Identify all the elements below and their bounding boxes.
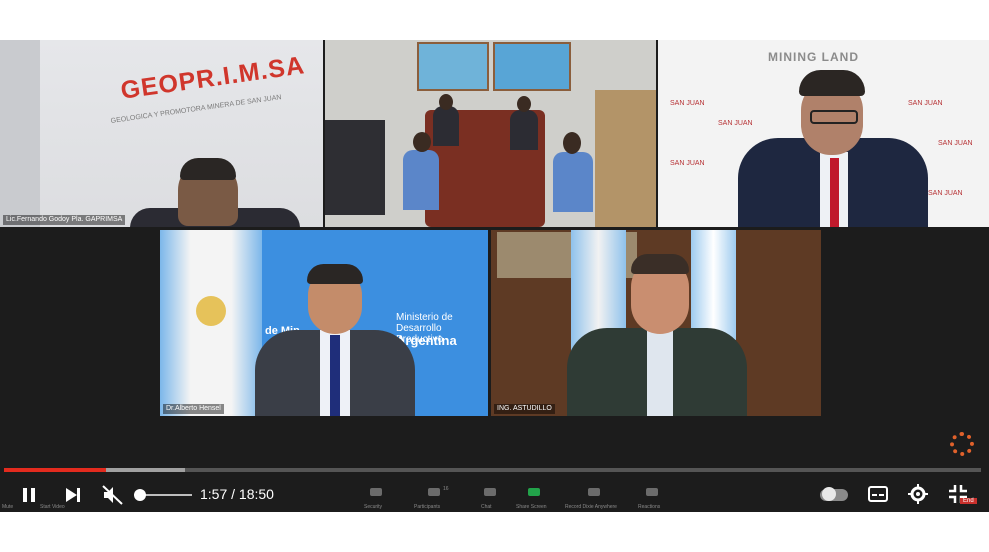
progress-bar[interactable]	[4, 468, 981, 472]
backdrop-mark: SAN JUAN	[670, 160, 705, 167]
participant-hair	[799, 70, 865, 96]
participant-name: ING. ASTUDILLO	[494, 404, 555, 414]
video-tile-5: ING. ASTUDILLO	[491, 230, 821, 416]
chat-icon	[484, 488, 496, 496]
volume-knob[interactable]	[134, 489, 146, 501]
participant-body	[433, 106, 459, 146]
backdrop-mark: SAN JUAN	[670, 100, 705, 107]
participant-name: Lic.Fernando Godoy Pla. GAPRIMSA	[3, 215, 126, 225]
flag-sun	[196, 296, 226, 326]
zoom-record-label: Record Dixie Anywhere	[565, 504, 617, 510]
participant-body	[510, 110, 538, 150]
zoom-chat-label: Chat	[481, 504, 492, 510]
wall-map-china	[417, 42, 489, 91]
volume-muted-icon[interactable]	[102, 485, 124, 505]
banner-text: MINING LAND	[768, 50, 859, 64]
province-flag	[691, 230, 736, 340]
participant-body	[403, 150, 439, 210]
control-bar: Mute Start Video Security 16 Participant…	[0, 476, 989, 512]
participants-icon	[428, 488, 440, 496]
wall	[0, 40, 40, 227]
record-icon	[588, 488, 600, 496]
participant-head	[563, 132, 581, 154]
channel-logo-icon	[950, 432, 974, 456]
zoom-mute-label: Mute	[2, 504, 14, 510]
wall-map-world	[493, 42, 571, 91]
progress-played	[4, 468, 106, 472]
video-tile-1: GEOPR.I.M.SA GEOLOGICA Y PROMOTORA MINER…	[0, 40, 323, 227]
backdrop-mark: SAN JUAN	[938, 140, 973, 147]
zoom-end-button: End	[960, 498, 977, 504]
participant-hair	[180, 158, 236, 180]
next-icon[interactable]	[64, 486, 82, 504]
zoom-video-label: Start Video	[40, 504, 65, 510]
video-tile-3: MINING LAND SAN JUAN SAN JUAN SAN JUAN S…	[658, 40, 989, 227]
share-screen-icon	[528, 488, 540, 496]
time-display: 1:57 / 18:50	[200, 486, 274, 502]
backdrop-mark: SAN JUAN	[928, 190, 963, 197]
cabinet	[595, 90, 656, 227]
participant-hair	[631, 254, 689, 274]
shield-icon	[370, 488, 382, 496]
participant-head	[517, 96, 531, 112]
participant-tie	[330, 335, 340, 416]
zoom-participants-count: 16	[443, 486, 449, 492]
subtitles-icon[interactable]	[868, 486, 888, 502]
participant-shirt	[647, 330, 673, 416]
pause-icon[interactable]	[20, 486, 38, 504]
chairs	[325, 120, 385, 215]
participant-body	[553, 152, 593, 212]
video-tile-4: de Min Ministerio de Desarrollo Producti…	[160, 230, 488, 416]
participant-head	[413, 132, 431, 152]
zoom-share-label: Share Screen	[516, 504, 547, 510]
gear-icon[interactable]	[908, 484, 928, 504]
volume-slider[interactable]	[140, 494, 192, 496]
zoom-reactions-label: Reactions	[638, 504, 661, 510]
participant-glasses	[810, 110, 858, 124]
participant-tie	[830, 158, 839, 227]
participant-head	[439, 94, 453, 110]
backdrop-mark: SAN JUAN	[718, 120, 753, 127]
video-player[interactable]: GEOPR.I.M.SA GEOLOGICA Y PROMOTORA MINER…	[0, 40, 989, 512]
backdrop-mark: SAN JUAN	[908, 100, 943, 107]
zoom-security-label: Security	[364, 504, 383, 510]
video-tile-2	[325, 40, 656, 227]
participant-hair	[307, 264, 363, 284]
participant-name: Dr.Alberto Hensel	[163, 404, 224, 414]
autoplay-toggle-knob[interactable]	[822, 487, 836, 501]
zoom-participants-label: Participants	[414, 504, 441, 510]
reactions-icon	[646, 488, 658, 496]
